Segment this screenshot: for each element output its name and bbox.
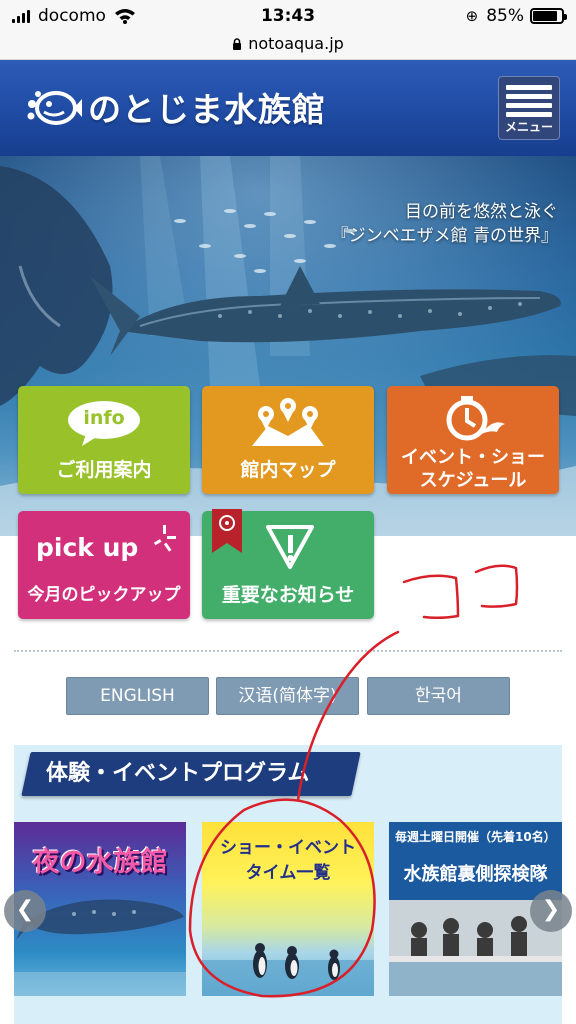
menu-label: メニュー (504, 120, 553, 134)
penguins-image (202, 943, 374, 996)
site-logo[interactable]: のとじま水族館 (24, 82, 326, 132)
status-bar: docomo 13:43 ⊕ 85% (0, 0, 576, 32)
tile-pickup-label: 今月のピックアップ (27, 585, 181, 605)
language-korean-button[interactable]: 한국어 (367, 677, 510, 715)
battery-icon (530, 8, 567, 24)
pickup-badge: pick up (36, 533, 139, 562)
tile-info[interactable]: info ご利用案内 (18, 386, 190, 494)
card-show-timetable[interactable]: ショー・イベント タイム一覧 (202, 822, 374, 996)
hero-caption-line2: 『ジンベエザメ館 青の世界』 (331, 226, 558, 246)
clock-dolphin-icon (446, 396, 505, 441)
card-backstage-schedule: 毎週土曜日開催（先着10名） (395, 830, 556, 844)
tile-info-label: ご利用案内 (56, 459, 152, 481)
info-badge: info (83, 407, 125, 429)
hamburger-icon (506, 85, 552, 121)
card-night-title: 夜の水族館 (32, 847, 168, 878)
tile-event-label-line1: イベント・ショー (401, 447, 545, 468)
card-backstage-title: 水族館裏側探検隊 (403, 864, 548, 885)
url-bar[interactable]: notoaqua.jp (0, 32, 576, 60)
rotation-lock-icon: ⊕ (465, 7, 479, 25)
tile-map-label: 館内マップ (240, 459, 336, 481)
carousel-prev-button[interactable]: ❮ (4, 890, 46, 932)
language-english-button[interactable]: ENGLISH (66, 677, 209, 715)
padlock-icon (233, 38, 242, 50)
map-icon (252, 398, 324, 446)
status-right: ⊕ 85% (465, 6, 567, 26)
site-name: のとじま水族館 (88, 90, 326, 129)
card-show-title: ショー・イベント タイム一覧 (202, 836, 374, 886)
tile-pickup[interactable]: pick up 今月のピックアップ (18, 511, 190, 619)
sparkle-icon (154, 525, 176, 552)
ribbon-icon (212, 509, 242, 553)
warning-icon (266, 525, 314, 569)
hero-caption: 目の前を悠然と泳ぐ 『ジンベエザメ館 青の世界』 (332, 200, 558, 248)
chevron-right-icon: ❯ (541, 897, 561, 922)
program-title: 体験・イベントプログラム (46, 761, 310, 786)
tile-event-schedule[interactable]: イベント・ショー スケジュール (387, 386, 559, 494)
tile-event-label: イベント・ショー スケジュール (387, 446, 559, 492)
carousel-next-button[interactable]: ❯ (530, 890, 572, 932)
hero-caption-line1: 目の前を悠然と泳ぐ (405, 202, 558, 222)
language-chinese-button[interactable]: 汉语(简体字) (216, 677, 359, 715)
section-divider (14, 650, 562, 652)
chevron-left-icon: ❮ (15, 897, 35, 922)
url-domain: notoaqua.jp (248, 34, 344, 53)
menu-button[interactable]: メニュー (498, 76, 560, 140)
battery-percent: 85% (486, 6, 524, 26)
site-header: のとじま水族館 メニュー (0, 60, 576, 156)
tile-event-label-line2: スケジュール (419, 470, 527, 491)
tile-important-news[interactable]: 重要なお知らせ (202, 509, 374, 619)
tile-map[interactable]: 館内マップ (202, 386, 374, 494)
fish-logo-icon (27, 91, 82, 125)
card-show-title-line1: ショー・イベント (220, 838, 356, 858)
card-show-title-line2: タイム一覧 (245, 863, 331, 883)
tile-news-label: 重要なお知らせ (221, 584, 355, 606)
